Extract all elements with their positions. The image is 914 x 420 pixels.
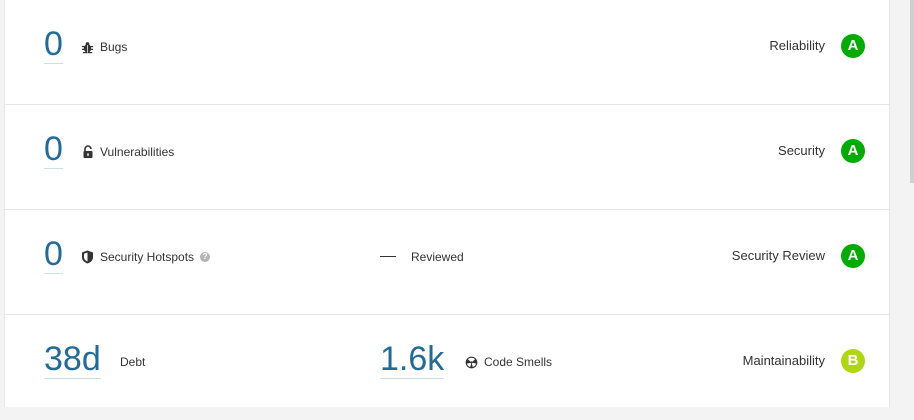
code-smells-label: Code Smells <box>465 355 552 369</box>
vulnerabilities-label-text: Vulnerabilities <box>100 145 175 159</box>
bugs-label-text: Bugs <box>100 40 128 54</box>
vulnerabilities-label: Vulnerabilities <box>82 145 174 159</box>
security-label: Security <box>778 143 825 158</box>
code-smells-count-link[interactable]: 1.6k <box>380 341 445 379</box>
hotspots-label-text: Security Hotspots <box>100 250 195 264</box>
maintainability-row: 38d Debt 1.6k Code Smells Maintainabilit… <box>5 315 889 420</box>
vulnerabilities-row: 0 Vulnerabilities Security A <box>5 105 889 210</box>
maintainability-rating-badge[interactable]: B <box>841 349 865 373</box>
shield-icon <box>82 250 93 264</box>
security-review-label: Security Review <box>731 248 825 263</box>
code-smell-icon <box>465 356 478 368</box>
reviewed-value-dash <box>380 256 396 257</box>
question-icon[interactable]: ? <box>200 252 211 262</box>
bugs-label: Bugs <box>81 40 127 54</box>
hotspots-label: Security Hotspots ? <box>81 250 211 264</box>
bugs-row: 0 Bugs Reliability A <box>5 0 889 105</box>
bugs-count-link[interactable]: 0 <box>44 26 63 64</box>
maintainability-label: Maintainability <box>742 353 825 368</box>
reliability-label: Reliability <box>769 38 825 53</box>
reliability-rating-badge[interactable]: A <box>841 34 865 58</box>
measures-panel: 0 Bugs Reliability A 0 Vulnerabilities S… <box>4 0 890 407</box>
security-rating-badge[interactable]: A <box>841 139 865 163</box>
reviewed-label: Reviewed <box>411 250 464 264</box>
vulnerabilities-count-link[interactable]: 0 <box>44 131 63 169</box>
security-hotspots-row: 0 Security Hotspots ? Reviewed Security … <box>5 210 889 315</box>
security-review-rating-badge[interactable]: A <box>841 244 865 268</box>
hotspots-count-link[interactable]: 0 <box>44 236 63 274</box>
page-scrollbar[interactable] <box>910 0 914 183</box>
debt-label: Debt <box>120 355 146 369</box>
debt-value-link[interactable]: 38d <box>44 341 101 379</box>
bug-icon <box>81 41 94 53</box>
lock-icon <box>83 145 93 158</box>
code-smells-label-text: Code Smells <box>484 355 553 369</box>
